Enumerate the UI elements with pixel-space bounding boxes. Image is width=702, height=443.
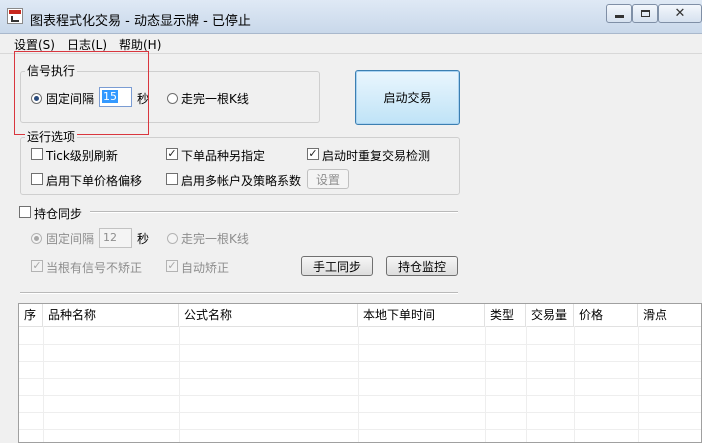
manual-sync-button[interactable]: 手工同步 xyxy=(301,256,373,276)
order-variety-label: 下单品种另指定 xyxy=(181,149,266,163)
orders-table[interactable]: 序 品种名称 公式名称 本地下单时间 类型 交易量 价格 滑点 xyxy=(18,303,702,443)
price-offset-checkbox[interactable] xyxy=(31,173,43,185)
close-button[interactable]: ✕ xyxy=(658,4,702,23)
restart-check-label: 启动时重复交易检测 xyxy=(322,149,431,163)
column-header-slippage[interactable]: 滑点 xyxy=(638,304,701,326)
auto-correct-checkbox[interactable]: ✓ xyxy=(166,260,178,272)
app-chart-icon xyxy=(7,8,23,24)
auto-correct-label: 自动矫正 xyxy=(181,261,230,275)
minimize-button[interactable] xyxy=(606,4,632,23)
sync-seconds-label: 秒 xyxy=(137,232,150,246)
run-options-title: 运行选项 xyxy=(25,128,78,145)
column-header-price[interactable]: 价格 xyxy=(574,304,638,326)
window-title: 图表程式化交易 - 动态显示牌 - 已停止 xyxy=(30,14,251,29)
column-header-index[interactable]: 序 xyxy=(19,304,43,326)
signal-bar-close-label: 走完一根K线 xyxy=(181,92,249,106)
restart-check-checkbox[interactable]: ✓ xyxy=(307,148,319,160)
table-gridline xyxy=(19,378,701,379)
position-monitor-button[interactable]: 持仓监控 xyxy=(386,256,458,276)
column-header-volume[interactable]: 交易量 xyxy=(526,304,574,326)
maximize-icon xyxy=(640,10,650,17)
column-header-type[interactable]: 类型 xyxy=(485,304,526,326)
column-header-order-time[interactable]: 本地下单时间 xyxy=(358,304,485,326)
price-offset-label: 启用下单价格偏移 xyxy=(46,174,143,188)
position-sync-divider xyxy=(90,211,458,213)
multi-account-label: 启用多帐户及策略系数 xyxy=(181,174,302,188)
start-trading-button[interactable]: 启动交易 xyxy=(355,70,460,125)
multi-account-settings-button[interactable]: 设置 xyxy=(307,169,349,189)
minimize-icon xyxy=(614,15,624,18)
tick-refresh-label: Tick级别刷新 xyxy=(46,149,118,163)
column-header-formula[interactable]: 公式名称 xyxy=(179,304,358,326)
highlight-frame xyxy=(14,51,149,135)
sync-fixed-interval-label: 固定间隔 xyxy=(46,232,95,246)
table-header: 序 品种名称 公式名称 本地下单时间 类型 交易量 价格 滑点 xyxy=(19,304,701,327)
order-variety-checkbox[interactable]: ✓ xyxy=(166,148,178,160)
signal-bar-close-radio[interactable] xyxy=(167,93,178,104)
close-icon: ✕ xyxy=(674,6,686,21)
sync-interval-value: 12 xyxy=(103,231,117,244)
sync-interval-input[interactable]: 12 xyxy=(99,228,132,248)
maximize-button[interactable] xyxy=(632,4,658,23)
table-gridline xyxy=(19,361,701,362)
table-gridline xyxy=(19,412,701,413)
multi-account-checkbox[interactable] xyxy=(166,173,178,185)
no-correct-checkbox[interactable]: ✓ xyxy=(31,260,43,272)
sync-bar-close-label: 走完一根K线 xyxy=(181,232,249,246)
sync-fixed-interval-radio[interactable] xyxy=(31,233,42,244)
position-sync-checkbox[interactable] xyxy=(19,206,31,218)
table-divider xyxy=(20,292,458,294)
table-gridline xyxy=(19,429,701,430)
tick-refresh-checkbox[interactable] xyxy=(31,148,43,160)
table-gridline xyxy=(19,395,701,396)
sync-bar-close-radio[interactable] xyxy=(167,233,178,244)
position-sync-label: 持仓同步 xyxy=(34,207,83,221)
title-bar[interactable]: 图表程式化交易 - 动态显示牌 - 已停止 ✕ xyxy=(0,0,702,34)
column-header-variety[interactable]: 品种名称 xyxy=(43,304,179,326)
no-correct-label: 当根有信号不矫正 xyxy=(46,261,143,275)
table-gridline xyxy=(19,344,701,345)
